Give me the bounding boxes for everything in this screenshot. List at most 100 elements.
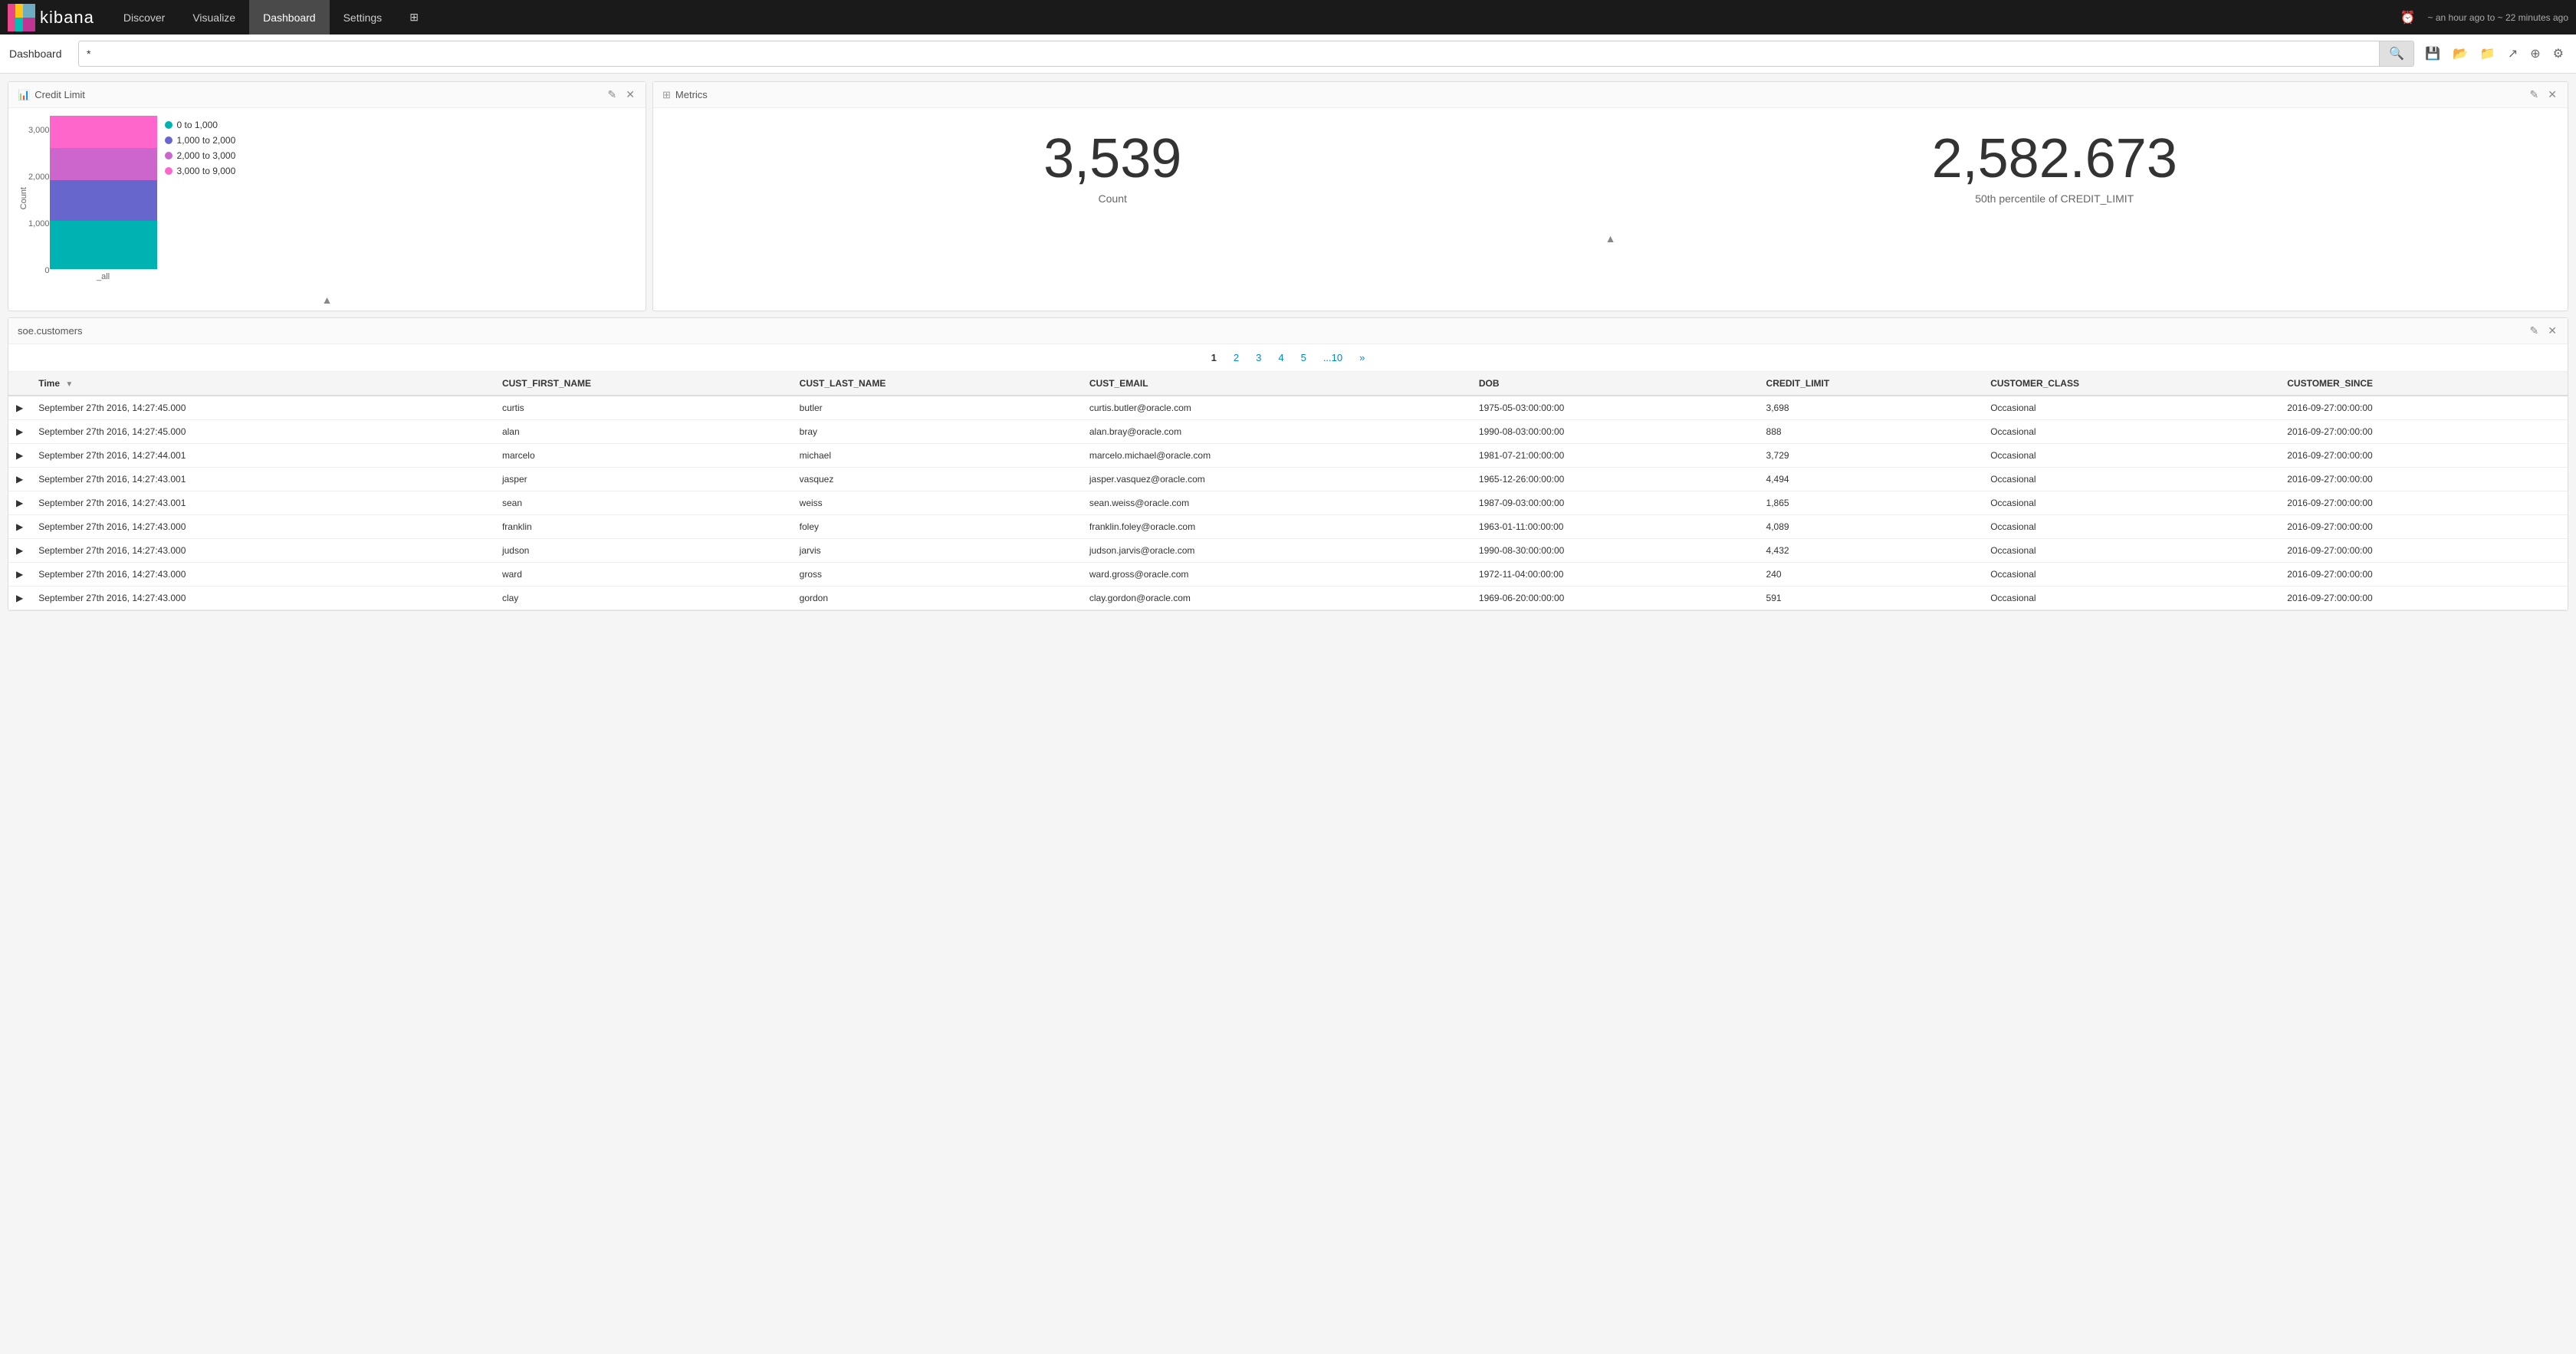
page-next-button[interactable]: » — [1353, 350, 1371, 365]
table-row: ▶ September 27th 2016, 14:27:43.001 sean… — [8, 491, 2568, 515]
bar-segment-0-1k — [50, 221, 157, 269]
row-expand-4[interactable]: ▶ — [8, 491, 31, 515]
search-bar: 🔍 — [78, 41, 2414, 67]
cell-credit-6: 4,432 — [1759, 539, 1983, 563]
page-4-button[interactable]: 4 — [1272, 350, 1290, 365]
cell-email-4: sean.weiss@oracle.com — [1082, 491, 1471, 515]
cell-since-3: 2016-09-27:00:00:00 — [2279, 468, 2568, 491]
table-panel-title: soe.customers — [18, 325, 2528, 337]
x-axis-label: _all — [97, 272, 110, 281]
col-time[interactable]: Time ▼ — [31, 372, 495, 396]
settings-icon[interactable]: ⚙ — [2550, 43, 2567, 64]
edit-panel-button[interactable]: ✎ — [606, 88, 619, 101]
cell-first-5: franklin — [495, 515, 792, 539]
edit-table-button[interactable]: ✎ — [2528, 324, 2541, 337]
page-3-button[interactable]: 3 — [1250, 350, 1267, 365]
legend-dot-2kto3k — [165, 152, 172, 159]
cell-dob-5: 1963-01-11:00:00:00 — [1471, 515, 1759, 539]
cell-class-2: Occasional — [1983, 444, 2279, 468]
col-email[interactable]: CUST_EMAIL — [1082, 372, 1471, 396]
y-axis-label: Count — [16, 187, 28, 209]
time-range-display: ~ an hour ago to ~ 22 minutes ago — [2428, 12, 2568, 23]
y-axis: 3,000 2,000 1,000 0 — [28, 122, 50, 275]
table-head: Time ▼ CUST_FIRST_NAME CUST_LAST_NAME CU… — [8, 372, 2568, 396]
bar-segment-1k-2k — [50, 180, 157, 221]
save-icon[interactable]: 💾 — [2422, 43, 2443, 64]
cell-first-8: clay — [495, 587, 792, 610]
legend-label-1kto2k: 1,000 to 2,000 — [177, 135, 236, 146]
row-expand-1[interactable]: ▶ — [8, 420, 31, 444]
add-icon[interactable]: ⊕ — [2527, 43, 2543, 64]
col-credit[interactable]: CREDIT_LIMIT — [1759, 372, 1983, 396]
cell-last-5: foley — [792, 515, 1082, 539]
cell-dob-7: 1972-11-04:00:00:00 — [1471, 563, 1759, 587]
nav-item-apps[interactable]: ⊞ — [396, 0, 432, 35]
table-row: ▶ September 27th 2016, 14:27:44.001 marc… — [8, 444, 2568, 468]
col-first-name[interactable]: CUST_FIRST_NAME — [495, 372, 792, 396]
cell-email-8: clay.gordon@oracle.com — [1082, 587, 1471, 610]
nav-item-dashboard[interactable]: Dashboard — [249, 0, 330, 35]
close-table-button[interactable]: ✕ — [2546, 324, 2558, 337]
clock-icon[interactable]: ⏰ — [2394, 7, 2422, 28]
sub-header: Dashboard 🔍 💾 📂 📁 ↗ ⊕ ⚙ — [0, 35, 2576, 74]
row-expand-0[interactable]: ▶ — [8, 396, 31, 420]
legend-label-2kto3k: 2,000 to 3,000 — [177, 150, 236, 161]
edit-metrics-button[interactable]: ✎ — [2528, 88, 2541, 101]
metric-count-label: Count — [1043, 192, 1181, 205]
search-button[interactable]: 🔍 — [2379, 41, 2413, 66]
cell-email-7: ward.gross@oracle.com — [1082, 563, 1471, 587]
kibana-logo-icon — [8, 4, 35, 31]
cell-since-5: 2016-09-27:00:00:00 — [2279, 515, 2568, 539]
row-expand-8[interactable]: ▶ — [8, 587, 31, 610]
cell-first-3: jasper — [495, 468, 792, 491]
page-2-button[interactable]: 2 — [1227, 350, 1245, 365]
nav-item-discover[interactable]: Discover — [110, 0, 179, 35]
col-class[interactable]: CUSTOMER_CLASS — [1983, 372, 2279, 396]
close-panel-button[interactable]: ✕ — [624, 88, 636, 101]
cell-time-1: September 27th 2016, 14:27:45.000 — [31, 420, 495, 444]
metrics-collapse-button[interactable]: ▲ — [653, 228, 2568, 249]
cell-class-3: Occasional — [1983, 468, 2279, 491]
bar-chart — [50, 116, 157, 269]
data-table: Time ▼ CUST_FIRST_NAME CUST_LAST_NAME CU… — [8, 372, 2568, 610]
col-last-name[interactable]: CUST_LAST_NAME — [792, 372, 1082, 396]
cell-since-6: 2016-09-27:00:00:00 — [2279, 539, 2568, 563]
cell-email-3: jasper.vasquez@oracle.com — [1082, 468, 1471, 491]
bar-segment-3k-9k — [50, 116, 157, 148]
cell-since-0: 2016-09-27:00:00:00 — [2279, 396, 2568, 420]
kibana-logo: kibana — [8, 4, 94, 31]
chart-collapse-button[interactable]: ▲ — [8, 289, 646, 311]
search-input[interactable] — [79, 43, 2379, 64]
col-since[interactable]: CUSTOMER_SINCE — [2279, 372, 2568, 396]
cell-credit-1: 888 — [1759, 420, 1983, 444]
share-icon[interactable]: 📁 — [2477, 43, 2499, 64]
page-1-button[interactable]: 1 — [1205, 350, 1223, 365]
col-expand — [8, 372, 31, 396]
metrics-panel-title: ⊞ Metrics — [662, 89, 2528, 101]
legend-item-1: 1,000 to 2,000 — [165, 135, 236, 146]
row-expand-3[interactable]: ▶ — [8, 468, 31, 491]
metrics-panel-controls: ✎ ✕ — [2528, 88, 2558, 101]
page-10-button[interactable]: ...10 — [1317, 350, 1349, 365]
page-title: Dashboard — [9, 48, 71, 60]
cell-email-2: marcelo.michael@oracle.com — [1082, 444, 1471, 468]
row-expand-5[interactable]: ▶ — [8, 515, 31, 539]
sort-icon-time: ▼ — [65, 380, 73, 389]
row-expand-6[interactable]: ▶ — [8, 539, 31, 563]
metric-percentile-value: 2,582.673 — [1932, 131, 2177, 186]
nav-item-settings[interactable]: Settings — [330, 0, 396, 35]
cell-credit-8: 591 — [1759, 587, 1983, 610]
cell-first-0: curtis — [495, 396, 792, 420]
cell-time-8: September 27th 2016, 14:27:43.000 — [31, 587, 495, 610]
row-expand-7[interactable]: ▶ — [8, 563, 31, 587]
cell-credit-5: 4,089 — [1759, 515, 1983, 539]
row-expand-2[interactable]: ▶ — [8, 444, 31, 468]
col-dob[interactable]: DOB — [1471, 372, 1759, 396]
nav-item-visualize[interactable]: Visualize — [179, 0, 249, 35]
chart-legend: 0 to 1,000 1,000 to 2,000 2,000 to 3,000… — [165, 116, 236, 176]
page-5-button[interactable]: 5 — [1295, 350, 1313, 365]
export-icon[interactable]: ↗ — [2505, 43, 2521, 64]
close-metrics-button[interactable]: ✕ — [2546, 88, 2558, 101]
table-header-row: Time ▼ CUST_FIRST_NAME CUST_LAST_NAME CU… — [8, 372, 2568, 396]
load-icon[interactable]: 📂 — [2450, 43, 2471, 64]
